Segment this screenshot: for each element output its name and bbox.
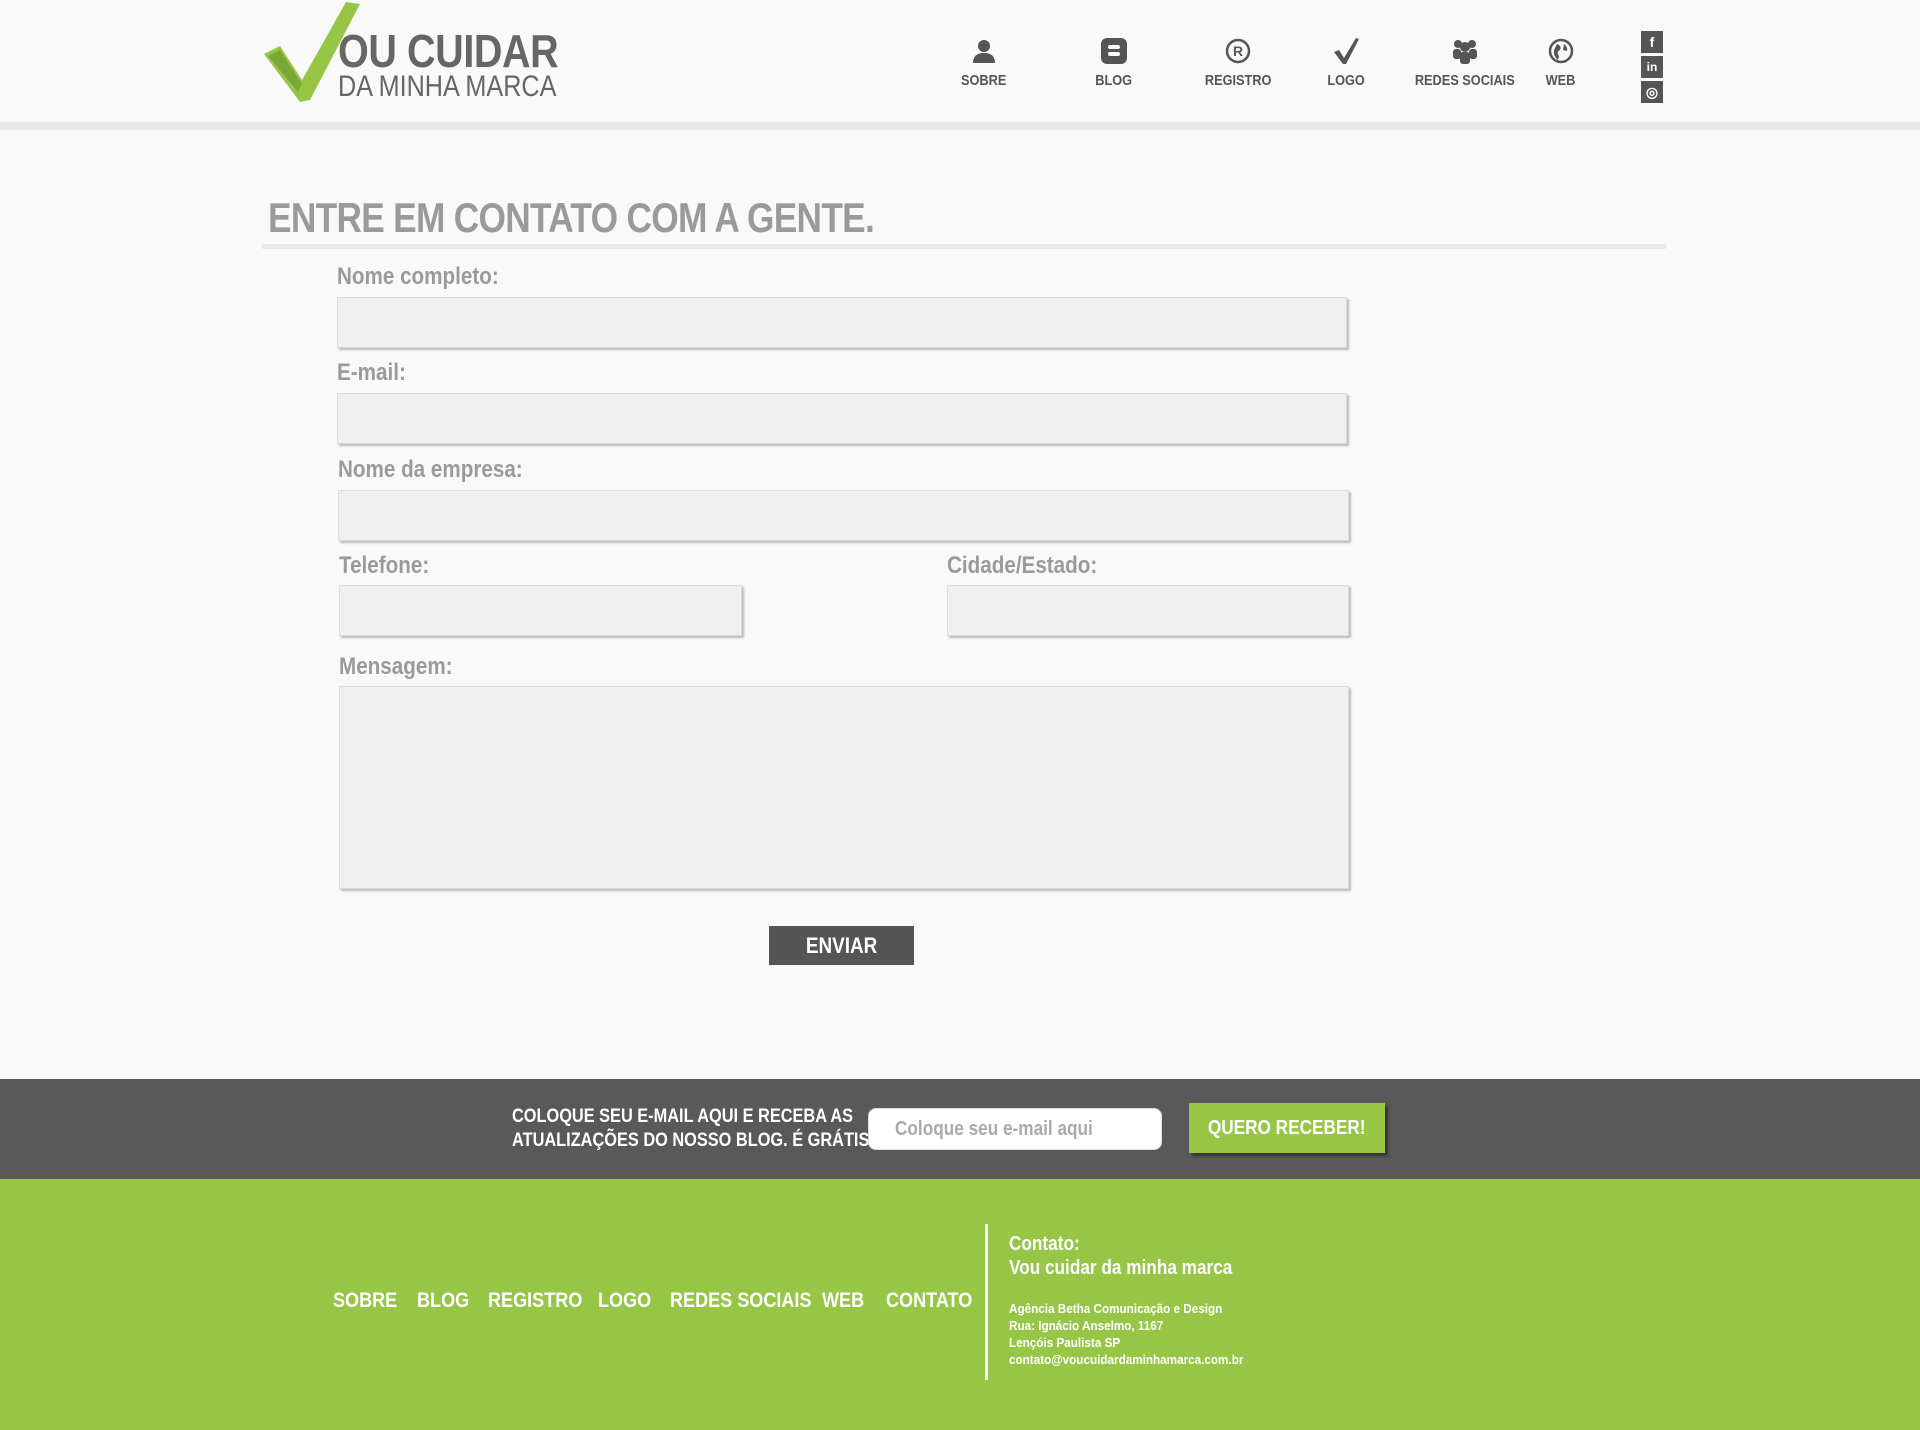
city-label: Cidade/Estado: [947,552,1098,579]
send-button[interactable]: ENVIAR [769,926,914,965]
linkedin-icon[interactable]: in [1641,56,1663,78]
footer-link-blog[interactable]: BLOG [417,1289,469,1313]
address-line: Rua: Ignácio Anselmo, 1167 [1009,1318,1164,1333]
page-title: ENTRE EM CONTATO COM A GENTE. [268,194,875,241]
nav-label: LOGO [1327,72,1365,89]
city-field[interactable] [947,585,1349,636]
footer-link-logo[interactable]: LOGO [598,1289,651,1313]
footer-link-registro[interactable]: REGISTRO [488,1289,582,1313]
name-field[interactable] [337,297,1347,348]
message-textarea[interactable] [339,686,1349,889]
site-header: OU CUIDAR DA MINHA MARCA SOBRE BLOG R RE… [0,0,1920,122]
subscribe-button[interactable]: QUERO RECEBER! [1189,1103,1385,1153]
address-line: Agência Betha Comunicação e Design [1009,1301,1223,1316]
logo-subtitle: DA MINHA MARCA [338,70,557,103]
group-icon [1450,36,1480,66]
nav-item-blog[interactable]: BLOG [1092,36,1135,89]
newsletter-placeholder: Coloque seu e-mail aqui [895,1117,1093,1140]
blogger-icon [1099,36,1129,66]
phone-field[interactable] [339,585,742,636]
contact-heading: Contato: [1009,1233,1080,1255]
svg-text:R: R [1233,43,1243,59]
email-label: E-mail: [337,359,406,386]
title-divider [262,244,1666,249]
instagram-icon[interactable]: ◎ [1641,81,1663,103]
contact-email-link[interactable]: contato@voucuidardaminhamarca.com.br [1009,1351,1243,1368]
email-field[interactable] [337,393,1347,444]
address-line: Lençóis Paulista SP [1009,1335,1121,1350]
registered-icon: R [1223,36,1253,66]
footer-link-web[interactable]: WEB [822,1289,864,1313]
message-label: Mensagem: [339,653,453,680]
person-icon [969,36,999,66]
nav-item-registro[interactable]: R REGISTRO [1199,36,1277,89]
header-divider [0,122,1920,130]
nav-item-logo[interactable]: LOGO [1324,36,1368,89]
newsletter-email-input[interactable]: Coloque seu e-mail aqui [868,1108,1162,1150]
nav-item-redes-sociais[interactable]: REDES SOCIAIS [1406,36,1524,89]
footer-contact-title: Contato: Vou cuidar da minha marca [1009,1232,1232,1280]
nav-label: SOBRE [961,72,1007,89]
footer-address: Agência Betha Comunicação e Design Rua: … [1009,1300,1243,1368]
nav-label: REGISTRO [1204,72,1272,89]
contact-brand: Vou cuidar da minha marca [1009,1257,1233,1279]
nav-item-sobre[interactable]: SOBRE [957,36,1010,89]
nav-label: REDES SOCIAIS [1414,72,1515,89]
subscribe-button-label: QUERO RECEBER! [1208,1116,1366,1139]
footer-link-redes-sociais[interactable]: REDES SOCIAIS [670,1289,812,1313]
newsletter-text: COLOQUE SEU E-MAIL AQUI E RECEBA AS ATUA… [512,1105,875,1153]
social-links: f in ◎ [1641,31,1665,106]
company-field[interactable] [338,490,1349,541]
nav-item-web[interactable]: WEB [1543,36,1578,89]
footer-divider [985,1224,988,1380]
phone-label: Telefone: [339,552,430,579]
globe-icon [1546,36,1576,66]
facebook-icon[interactable]: f [1641,31,1663,53]
company-label: Nome da empresa: [338,456,523,483]
site-footer: SOBRE BLOG REGISTRO LOGO REDES SOCIAIS W… [0,1179,1920,1430]
nav-label: WEB [1545,72,1576,89]
footer-link-sobre[interactable]: SOBRE [333,1289,397,1313]
site-logo[interactable]: OU CUIDAR DA MINHA MARCA [262,2,572,104]
nav-label: BLOG [1095,72,1133,89]
newsletter-bar: COLOQUE SEU E-MAIL AQUI E RECEBA AS ATUA… [0,1079,1920,1179]
newsletter-text-line2: ATUALIZAÇÕES DO NOSSO BLOG. É GRÁTIS! [512,1130,875,1151]
footer-link-contato[interactable]: CONTATO [886,1289,972,1313]
send-button-label: ENVIAR [805,932,878,958]
check-icon [1331,36,1361,66]
name-label: Nome completo: [337,263,499,290]
newsletter-text-line1: COLOQUE SEU E-MAIL AQUI E RECEBA AS [512,1106,854,1127]
